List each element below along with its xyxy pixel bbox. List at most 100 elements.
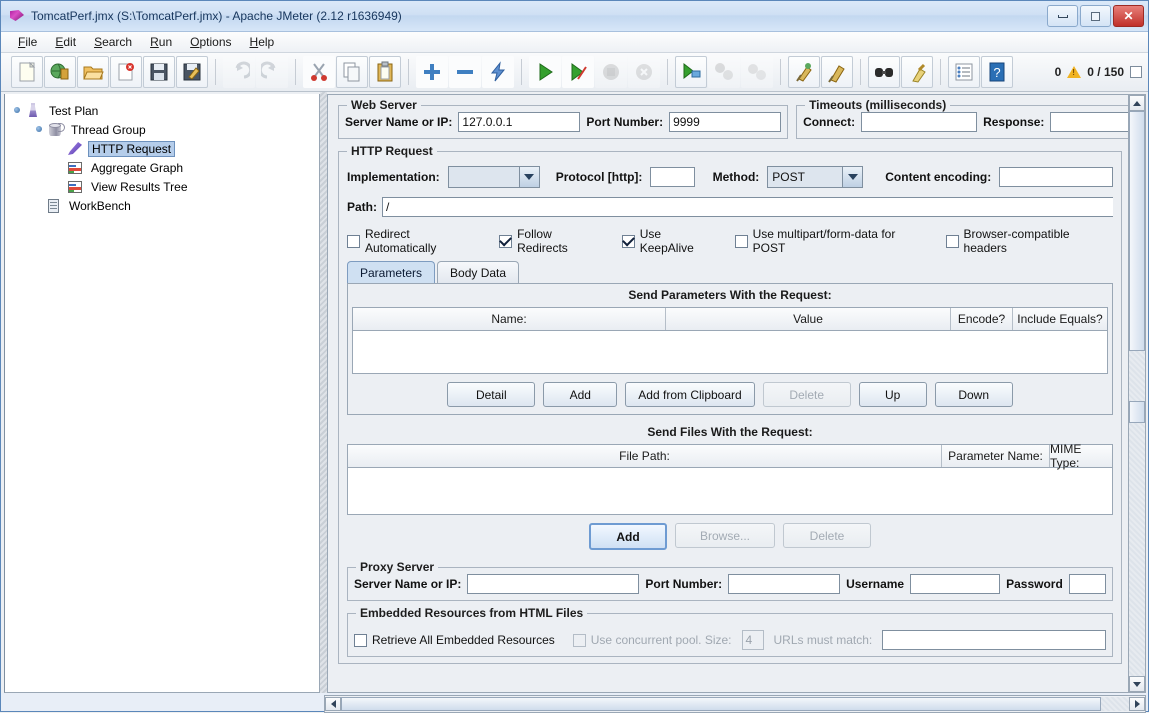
implementation-select[interactable] [447, 166, 540, 188]
method-select[interactable]: POST [767, 166, 864, 188]
redo-icon[interactable] [256, 56, 288, 88]
tab-body-data[interactable]: Body Data [437, 261, 520, 283]
h-scroll-thumb[interactable] [341, 697, 1101, 711]
menu-search[interactable]: Search [85, 33, 141, 51]
save-icon[interactable] [143, 56, 175, 88]
tree-node-workbench[interactable]: WorkBench [13, 196, 319, 215]
follow-redirects-checkbox[interactable]: Follow Redirects [499, 227, 604, 255]
scroll-thumb-secondary[interactable] [1129, 401, 1145, 423]
proxy-server-name-input[interactable] [467, 574, 640, 594]
column-include-equals[interactable]: Include Equals? [1013, 308, 1107, 330]
urls-must-match-input[interactable] [882, 630, 1106, 650]
config-horizontal-scrollbar[interactable] [324, 695, 1146, 713]
detail-button[interactable]: Detail [447, 382, 536, 407]
status-edge-checkbox[interactable] [1130, 66, 1142, 78]
proxy-username-input[interactable] [910, 574, 1001, 594]
pool-size-input[interactable]: 4 [741, 630, 764, 650]
remote-shutdown-all-icon[interactable] [741, 56, 773, 88]
column-file-path[interactable]: File Path: [348, 445, 942, 467]
chevron-down-icon[interactable] [518, 167, 539, 187]
maximize-button[interactable] [1080, 5, 1111, 27]
start-no-pauses-icon[interactable] [562, 56, 594, 88]
expand-icon[interactable] [416, 56, 448, 88]
undo-icon[interactable] [223, 56, 255, 88]
save-as-icon[interactable] [176, 56, 208, 88]
minimize-button[interactable] [1047, 5, 1078, 27]
column-mime-type[interactable]: MIME Type: [1050, 442, 1112, 470]
use-multipart-checkbox[interactable]: Use multipart/form-data for POST [734, 227, 928, 255]
move-down-button[interactable]: Down [934, 382, 1013, 407]
content-encoding-input[interactable] [999, 167, 1113, 187]
scroll-thumb[interactable] [1129, 111, 1145, 351]
retrieve-embedded-resources-checkbox[interactable]: Retrieve All Embedded Resources [354, 633, 555, 647]
add-from-clipboard-button[interactable]: Add from Clipboard [625, 382, 755, 407]
add-parameter-button[interactable]: Add [543, 382, 618, 407]
close-button[interactable]: ✕ [1113, 5, 1144, 27]
scroll-up-button[interactable] [1129, 95, 1145, 111]
scroll-left-button[interactable] [325, 697, 341, 711]
paste-icon[interactable] [369, 56, 401, 88]
path-input[interactable]: / [382, 197, 1113, 217]
clear-all-icon[interactable] [821, 56, 853, 88]
warning-triangle-icon[interactable] [1067, 66, 1082, 78]
proxy-password-input[interactable] [1068, 574, 1106, 594]
scroll-track[interactable] [1129, 111, 1145, 676]
tree-node-view-results-tree[interactable]: View Results Tree [13, 177, 319, 196]
tab-parameters[interactable]: Parameters [347, 261, 436, 283]
parameters-table-body[interactable] [353, 331, 1107, 373]
scroll-right-button[interactable] [1129, 697, 1145, 711]
connect-timeout-input[interactable] [861, 112, 978, 132]
collapse-icon[interactable] [449, 56, 481, 88]
files-table-body[interactable] [348, 468, 1112, 514]
search-reset-icon[interactable] [901, 56, 933, 88]
split-divider[interactable] [320, 92, 327, 693]
column-parameter-name[interactable]: Parameter Name: [942, 445, 1050, 467]
config-vertical-scrollbar[interactable] [1129, 94, 1146, 693]
menu-options[interactable]: Options [181, 33, 240, 51]
add-file-button[interactable]: Add [589, 523, 667, 550]
column-value[interactable]: Value [666, 308, 951, 330]
templates-icon[interactable] [44, 56, 76, 88]
chevron-down-icon[interactable] [842, 167, 863, 187]
remote-start-all-icon[interactable] [675, 56, 707, 88]
shutdown-icon[interactable] [628, 56, 660, 88]
protocol-input[interactable] [650, 167, 695, 187]
move-up-button[interactable]: Up [858, 382, 927, 407]
expand-handle-icon[interactable] [35, 125, 44, 134]
clear-icon[interactable] [788, 56, 820, 88]
new-icon[interactable] [11, 56, 43, 88]
menu-edit[interactable]: Edit [46, 33, 85, 51]
menu-run[interactable]: Run [141, 33, 181, 51]
tree-node-thread-group[interactable]: Thread Group [13, 120, 319, 139]
browse-file-button[interactable]: Browse... [675, 523, 775, 548]
tree-node-aggregate-graph[interactable]: Aggregate Graph [13, 158, 319, 177]
h-scroll-track[interactable] [341, 697, 1129, 711]
tree-node-http-request[interactable]: HTTP Request [13, 139, 319, 158]
cut-icon[interactable] [303, 56, 335, 88]
stop-icon[interactable] [595, 56, 627, 88]
function-helper-icon[interactable] [948, 56, 980, 88]
column-encode[interactable]: Encode? [951, 308, 1013, 330]
menu-help[interactable]: Help [241, 33, 284, 51]
remote-stop-all-icon[interactable] [708, 56, 740, 88]
use-concurrent-pool-checkbox[interactable]: Use concurrent pool. Size: [572, 633, 732, 647]
help-icon[interactable]: ? [981, 56, 1013, 88]
browser-compatible-headers-checkbox[interactable]: Browser-compatible headers [945, 227, 1113, 255]
use-keepalive-checkbox[interactable]: Use KeepAlive [621, 227, 717, 255]
response-timeout-input[interactable] [1050, 112, 1128, 132]
copy-icon[interactable] [336, 56, 368, 88]
proxy-port-input[interactable] [728, 574, 841, 594]
menu-file[interactable]: File [9, 33, 46, 51]
search-icon[interactable] [868, 56, 900, 88]
server-name-input[interactable]: 127.0.0.1 [458, 112, 581, 132]
expand-handle-icon[interactable] [13, 106, 22, 115]
start-icon[interactable] [529, 56, 561, 88]
column-name[interactable]: Name: [353, 308, 666, 330]
port-number-input[interactable]: 9999 [669, 112, 782, 132]
delete-file-button[interactable]: Delete [783, 523, 871, 548]
close-file-icon[interactable] [110, 56, 142, 88]
toggle-icon[interactable] [482, 56, 514, 88]
tree-node-test-plan[interactable]: Test Plan [13, 101, 319, 120]
redirect-automatically-checkbox[interactable]: Redirect Automatically [347, 227, 481, 255]
open-icon[interactable] [77, 56, 109, 88]
